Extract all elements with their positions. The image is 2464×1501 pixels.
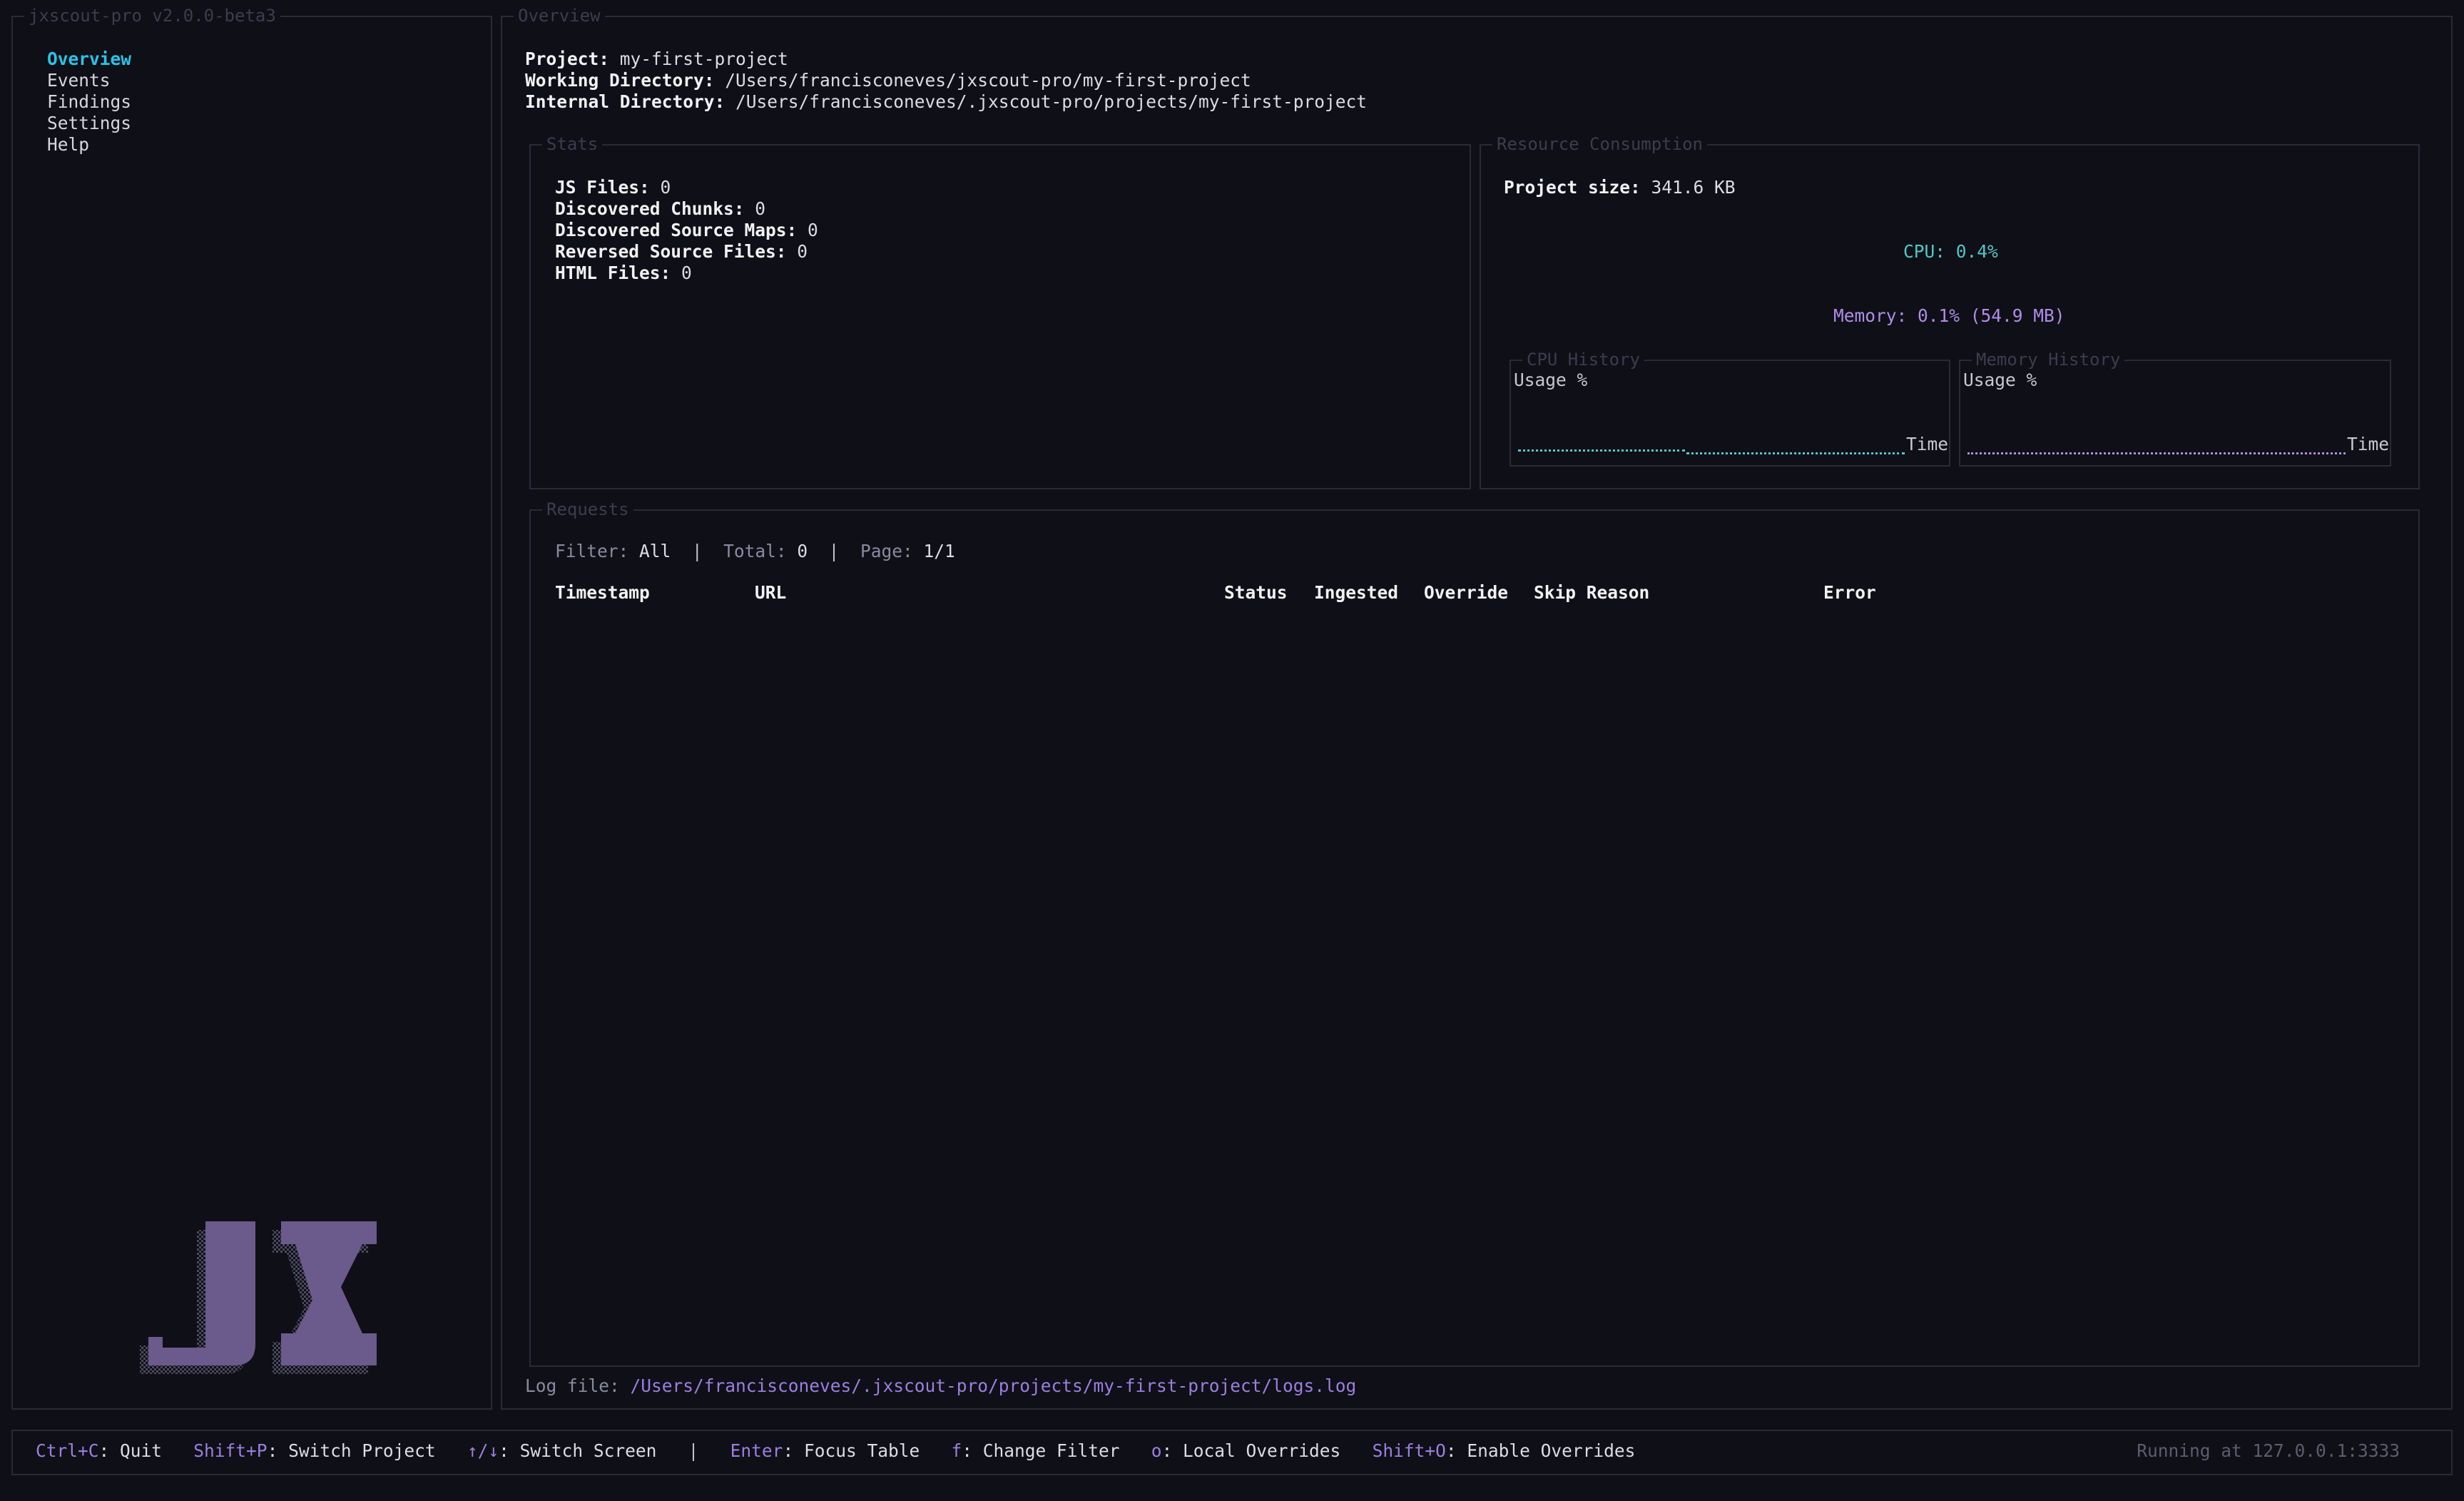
stats-title: Stats [542,133,603,155]
sidebar-item-findings[interactable]: Findings [47,91,131,113]
memory-history-xlabel: Time [2347,434,2390,454]
working-directory-value: /Users/francisconeves/jxscout-pro/my-fir… [725,70,1251,91]
shortcut-change-filter[interactable]: f: Change Filter [951,1440,1119,1461]
cpu-history-line [1518,449,1685,452]
column-url[interactable]: URL [755,582,786,604]
shortcut-switch-screen[interactable]: ↑/↓: Switch Screen [467,1440,657,1461]
project-name: my-first-project [619,49,788,69]
requests-panel[interactable]: Requests [529,499,2420,1367]
column-override[interactable]: Override [1424,582,1508,604]
page-value: 1/1 [923,541,955,561]
memory-history-chart: Memory History Usage % Time [1959,349,2391,467]
overview-title: Overview [514,5,605,26]
internal-directory-line: Internal Directory: /Users/francisconeve… [525,91,1368,112]
column-status[interactable]: Status [1224,582,1288,604]
cpu-history-title: CPU History [1522,349,1644,370]
cpu-history-xlabel: Time [1906,434,1949,454]
server-status: Running at 127.0.0.1:3333 [2137,1440,2400,1461]
shortcut-list: Ctrl+C: Quit Shift+P: Switch Project ↑/↓… [36,1440,1635,1462]
project-line: Project: my-first-project [525,49,788,69]
requests-filter-bar: Filter: All | Total: 0 | Page: 1/1 [555,541,955,561]
shortcut-focus-table[interactable]: Enter: Focus Table [730,1440,920,1461]
app-title: jxscout-pro v2.0.0-beta3 [24,5,280,26]
shortcut-separator: | [688,1440,699,1461]
requests-title: Requests [542,499,633,520]
shortcut-switch-project[interactable]: Shift+P: Switch Project [193,1440,435,1461]
memory-history-line [1967,452,2346,454]
stat-js-files: JS Files: 0 [555,177,671,198]
column-timestamp[interactable]: Timestamp [555,582,650,604]
resource-title: Resource Consumption [1492,133,1707,155]
filter-value[interactable]: All [639,541,671,561]
internal-directory-value: /Users/francisconeves/.jxscout-pro/proje… [735,91,1368,112]
sidebar-item-help[interactable]: Help [47,134,89,156]
cpu-history-line [1686,452,1905,454]
jx-logo [140,1221,377,1374]
stat-source-maps: Discovered Source Maps: 0 [555,220,818,240]
memory-usage: Memory: 0.1% (54.9 MB) [1833,305,2065,326]
sidebar-item-events[interactable]: Events [47,70,111,91]
sidebar-item-settings[interactable]: Settings [47,113,131,134]
memory-history-title: Memory History [1972,349,2125,370]
column-ingested[interactable]: Ingested [1314,582,1398,604]
stat-html-files: HTML Files: 0 [555,263,692,283]
shortcut-enable-overrides[interactable]: Shift+O: Enable Overrides [1373,1440,1636,1461]
cpu-usage: CPU: 0.4% [1903,241,1998,262]
log-file-line: Log file: /Users/francisconeves/.jxscout… [525,1375,1357,1396]
cpu-history-ylabel: Usage % [1514,370,1588,390]
total-value: 0 [797,541,808,561]
memory-history-ylabel: Usage % [1963,370,2037,390]
log-file-path[interactable]: /Users/francisconeves/.jxscout-pro/proje… [631,1375,1357,1396]
column-error[interactable]: Error [1823,582,1876,604]
project-size: Project size: 341.6 KB [1504,177,1736,198]
sidebar-panel: jxscout-pro v2.0.0-beta3 Overview Events… [11,5,492,1410]
shortcut-quit[interactable]: Ctrl+C: Quit [36,1440,162,1461]
working-directory-line: Working Directory: /Users/francisconeves… [525,70,1251,91]
stat-discovered-chunks: Discovered Chunks: 0 [555,198,766,219]
shortcut-local-overrides[interactable]: o: Local Overrides [1151,1440,1341,1461]
sidebar-item-overview[interactable]: Overview [47,49,131,70]
cpu-history-chart: CPU History Usage % Time [1510,349,1950,467]
stat-reversed-source-files: Reversed Source Files: 0 [555,241,808,262]
column-skip-reason[interactable]: Skip Reason [1534,582,1649,604]
